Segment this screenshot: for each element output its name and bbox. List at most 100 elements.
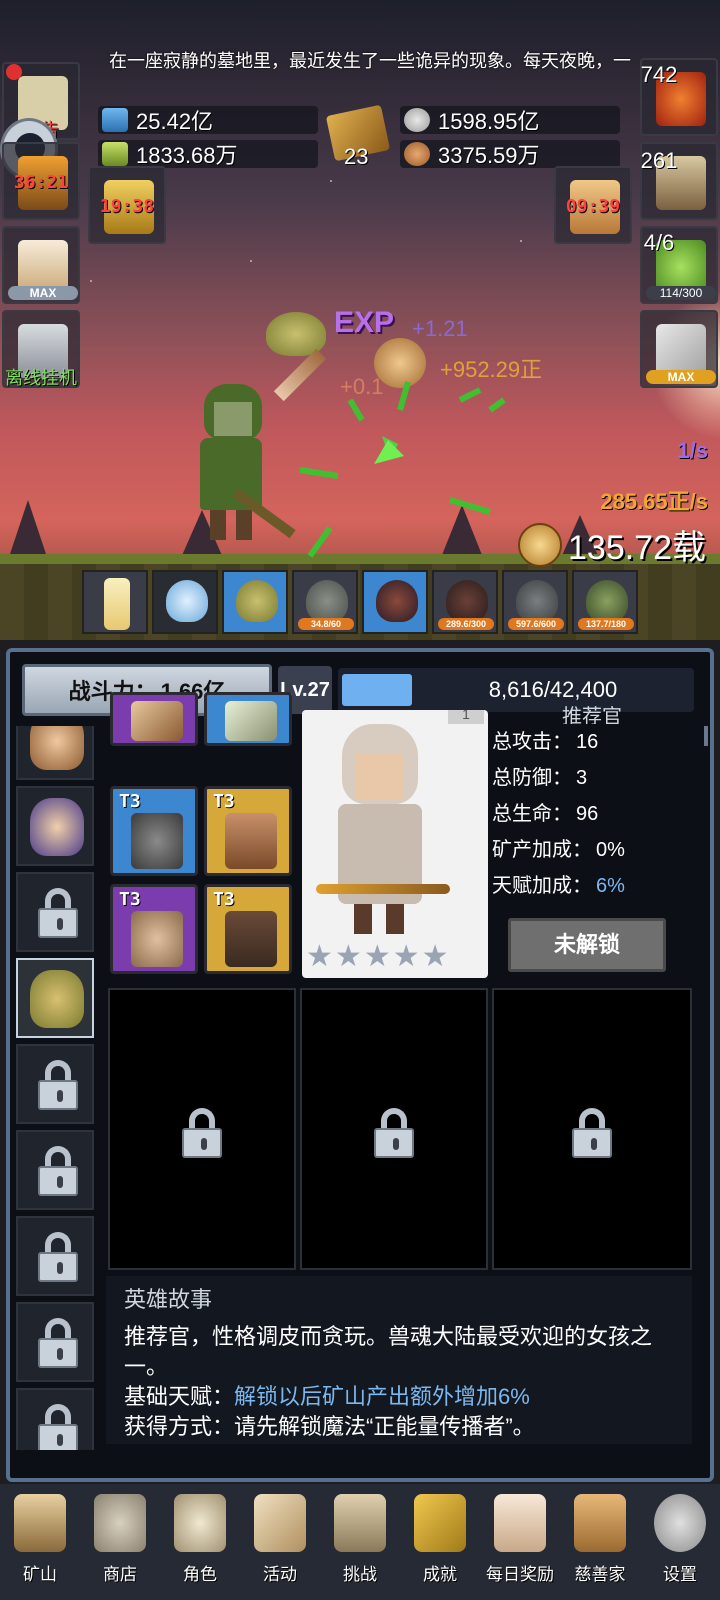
stat-label: 总防御： — [492, 767, 572, 789]
nav-daily-reward[interactable]: 每日奖励 — [480, 1490, 560, 1590]
nav-challenge[interactable]: 挑战 — [320, 1490, 400, 1590]
hero-slot-witch[interactable] — [16, 786, 94, 866]
chest-button[interactable]: 261 — [640, 142, 718, 220]
obtain-text: 请先解锁魔法“正能量传播者”。 — [234, 1414, 535, 1439]
nav-events[interactable]: 活动 — [240, 1490, 320, 1590]
equip-slot-staff[interactable] — [204, 692, 292, 746]
portrait-number: 1 — [448, 710, 484, 724]
tier-badge: T3 — [213, 889, 235, 910]
silver-coin-icon — [404, 108, 430, 132]
stat-talent-bonus: 天赋加成： 6% — [492, 868, 692, 904]
equip-slot-armor[interactable]: T3 — [204, 884, 292, 974]
monster-progress: 289.6/300 — [438, 618, 494, 630]
nav-shop[interactable]: 商店 — [80, 1490, 160, 1590]
exp-gain: +1.21 — [412, 316, 468, 341]
star-icon: ★ — [334, 940, 362, 973]
golden-chest-button[interactable]: 19:38 — [88, 166, 166, 244]
nav-character[interactable]: 角色 — [160, 1490, 240, 1590]
talent-line: 基础天赋：解锁以后矿山产出额外增加6% — [124, 1382, 674, 1412]
beer-button[interactable]: MAX — [2, 226, 80, 304]
candle-icon — [104, 578, 130, 630]
skull-icon — [174, 1494, 226, 1552]
monster-progress: 34.8/60 — [298, 618, 354, 630]
slime-progress: 114/300 — [646, 286, 716, 300]
offline-idle-button[interactable]: 离线挂机 — [2, 310, 80, 388]
monster-bar: 34.8/60 289.6/300 597.6/600 137.7/180 — [82, 570, 638, 634]
attack-sparks — [299, 381, 506, 558]
exp-label: EXP — [334, 306, 395, 339]
skill-slot-1[interactable] — [108, 988, 296, 1270]
star-icon: ★ — [392, 940, 420, 973]
unlock-button[interactable]: 未解锁 — [508, 918, 666, 972]
hero-slot-locked[interactable] — [16, 1216, 94, 1296]
skill-slot-2[interactable] — [300, 988, 488, 1270]
gear-icon — [654, 1494, 706, 1552]
equip-slot-boots[interactable]: T3 — [204, 786, 292, 876]
egg-icon — [166, 580, 208, 622]
stat-label: 矿产加成： — [492, 839, 592, 861]
monster-slot-zombie[interactable]: 34.8/60 — [292, 570, 358, 634]
hero-slot-locked[interactable] — [16, 1130, 94, 1210]
lock-icon — [38, 1146, 78, 1196]
nav-label: 矿山 — [23, 1565, 57, 1584]
hero-slot-locked[interactable] — [16, 1302, 94, 1382]
torch-button[interactable]: 36:21 — [2, 142, 80, 220]
silver-coin-value: 1598.95亿 — [438, 109, 540, 134]
armor-icon — [225, 911, 277, 967]
hero-story: 英雄故事 推荐官，性格调皮而贪玩。兽魂大陆最受欢迎的女孩之一。 基础天赋：解锁以… — [106, 1276, 692, 1444]
monster-slot-egg[interactable] — [152, 570, 218, 634]
hero-slot-locked[interactable] — [16, 1044, 94, 1124]
nav-label: 成就 — [423, 1565, 457, 1584]
sword-max-pill: MAX — [646, 370, 716, 384]
total-coins: 135.72载 — [518, 520, 706, 569]
star-icon: ★ — [306, 940, 333, 973]
monster-slot-spider[interactable]: 289.6/300 — [432, 570, 498, 634]
hero-slot-brown-hair[interactable] — [16, 726, 94, 780]
monster-slot-bat[interactable] — [362, 570, 428, 634]
tier-badge: T3 — [213, 791, 235, 812]
nav-label: 设置 — [663, 1565, 697, 1584]
equip-slot-helmet[interactable]: T3 — [110, 786, 198, 876]
nav-label: 活动 — [263, 1565, 297, 1584]
chest-count: 261 — [640, 148, 678, 173]
monster-slot-ghost[interactable]: 597.6/600 — [502, 570, 568, 634]
monster-slot-candle[interactable] — [82, 570, 148, 634]
bronze-bag-icon — [404, 142, 430, 166]
potion-button[interactable]: 742 — [640, 58, 718, 136]
slime-button[interactable]: 4/6 114/300 — [640, 226, 718, 304]
chest-timer: 19:38 — [99, 196, 155, 217]
monster-progress: 137.7/180 — [578, 618, 634, 630]
stat-attack: 总攻击： 16 — [492, 724, 692, 760]
lantern-icon — [14, 1494, 66, 1552]
xp-bar-fill — [342, 674, 412, 706]
monster-slot-slime[interactable] — [222, 570, 288, 634]
talent-label: 基础天赋： — [124, 1384, 235, 1409]
map-scroll-button[interactable]: 09:39 — [554, 166, 632, 244]
coin-rate: 285.65正/s — [600, 489, 708, 514]
obtain-label: 获得方式： — [124, 1414, 235, 1439]
equip-slot-weapon[interactable] — [110, 692, 198, 746]
nav-settings[interactable]: 设置 — [640, 1490, 720, 1590]
star-rating: ★ ★ ★ ★ ★ — [306, 942, 449, 972]
hero-slot-locked[interactable] — [16, 1388, 94, 1450]
sword-upgrade-button[interactable]: MAX — [640, 310, 718, 388]
nav-achievements[interactable]: 成就 — [400, 1490, 480, 1590]
skill-slot-3[interactable] — [492, 988, 692, 1270]
scrollbar[interactable] — [704, 726, 708, 746]
spellbook-button[interactable]: 23 — [325, 104, 391, 169]
green-potion-icon — [102, 142, 128, 166]
nav-mine[interactable]: 矿山 — [0, 1490, 80, 1590]
lock-icon — [182, 1108, 222, 1158]
letter-icon — [494, 1494, 546, 1552]
nav-philanthropist[interactable]: 慈善家 — [560, 1490, 640, 1590]
bread-icon — [574, 1494, 626, 1552]
hero-list[interactable] — [14, 726, 98, 1450]
hero-slot-locked[interactable] — [16, 872, 94, 952]
beer-max-pill: MAX — [8, 286, 78, 300]
obtain-line: 获得方式：请先解锁魔法“正能量传播者”。 — [124, 1412, 674, 1442]
nav-label: 慈善家 — [574, 1565, 626, 1584]
equip-slot-hood[interactable]: T3 — [110, 884, 198, 974]
hero-slot-frog-hood[interactable] — [16, 958, 94, 1038]
monster-slot-goblin[interactable]: 137.7/180 — [572, 570, 638, 634]
game-scene: 在一座寂静的墓地里，最近发生了一些诡异的现象。每天夜晚，一 25.42亿 183… — [0, 0, 720, 640]
